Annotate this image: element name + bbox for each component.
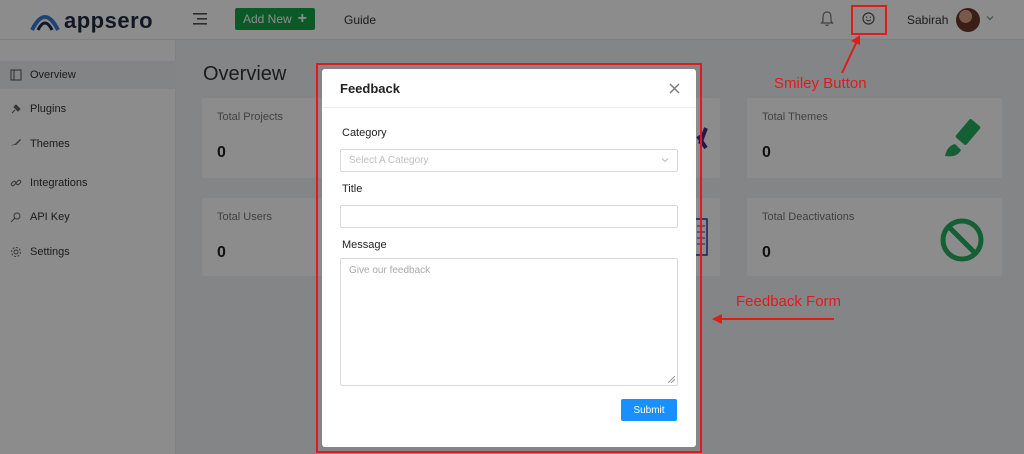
chevron-down-icon [661, 158, 669, 163]
message-textarea[interactable]: Give our feedback [340, 258, 678, 386]
feedback-modal: Feedback Category Select A Category Titl… [322, 69, 696, 447]
message-placeholder: Give our feedback [349, 265, 431, 276]
submit-button[interactable]: Submit [621, 399, 677, 421]
arrow-left-icon [712, 314, 834, 324]
feedback-form-annotation: Feedback Form [736, 293, 842, 310]
modal-title: Feedback [340, 81, 400, 96]
category-select[interactable]: Select A Category [340, 149, 678, 172]
message-label: Message [342, 239, 387, 251]
title-input[interactable] [340, 205, 678, 228]
title-label: Title [342, 183, 363, 195]
smiley-highlight-box [851, 5, 887, 35]
resize-grip-icon[interactable] [668, 376, 675, 383]
category-label: Category [342, 127, 387, 139]
close-icon[interactable] [668, 82, 681, 95]
modal-header: Feedback [322, 69, 696, 108]
arrow-up-icon [841, 35, 860, 74]
category-placeholder: Select A Category [349, 155, 429, 166]
smiley-button-annotation: Smiley Button [774, 75, 867, 92]
